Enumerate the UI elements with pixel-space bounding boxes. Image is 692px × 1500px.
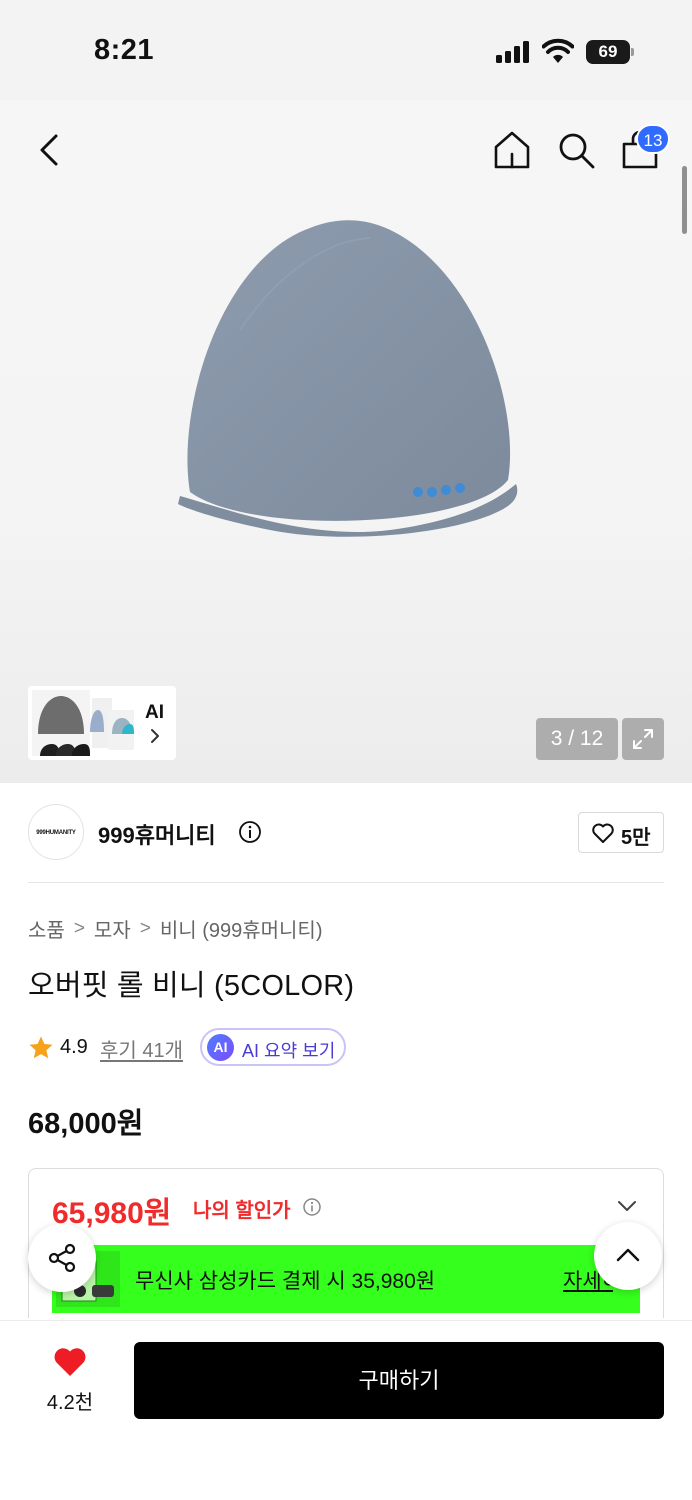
expand-icon — [633, 729, 653, 749]
ai-badge-icon: AI — [207, 1034, 234, 1061]
brand-name[interactable]: 999휴머니티 — [98, 818, 216, 850]
battery-level: 69 — [586, 40, 630, 64]
brand-like-count: 5만 — [621, 827, 651, 849]
divider — [28, 882, 664, 883]
ai-recommend-label: AI — [145, 702, 164, 723]
ai-summary-button[interactable]: AI AI 요약 보기 — [200, 1028, 346, 1066]
brand-like-button[interactable]: 5만 — [578, 812, 664, 853]
product-title: 오버핏 롤 비니 (5COLOR) — [28, 970, 355, 1002]
star-icon — [29, 1036, 53, 1059]
share-button[interactable] — [28, 1224, 96, 1292]
back-icon[interactable] — [30, 128, 70, 172]
breadcrumb-item-beanie[interactable]: 비니 (999휴머니티) — [160, 914, 323, 943]
status-bar: 8:21 69 — [0, 0, 692, 100]
chevron-up-icon — [616, 1248, 640, 1262]
status-time: 8:21 — [94, 34, 155, 66]
breadcrumb-separator: > — [139, 917, 151, 939]
ai-recommend-thumbnails — [32, 690, 134, 756]
rating-value: 4.9 — [60, 1036, 88, 1058]
sale-price-label: 나의 할인가 — [193, 1200, 291, 1222]
breadcrumb-item-accessories[interactable]: 소품 — [28, 914, 65, 943]
image-page-counter: 3 / 12 — [536, 718, 618, 760]
product-image[interactable] — [170, 210, 530, 550]
breadcrumb-item-hats[interactable]: 모자 — [94, 914, 131, 943]
review-count-link[interactable]: 후기 41개 — [100, 1034, 183, 1063]
heart-filled-icon[interactable] — [52, 1346, 88, 1378]
card-promo-text: 무신사 삼성카드 결제 시 35,980원 — [135, 1270, 436, 1293]
search-icon[interactable] — [554, 128, 598, 172]
breadcrumb-separator: > — [73, 917, 85, 939]
wifi-icon — [542, 38, 574, 63]
info-icon[interactable] — [238, 820, 262, 844]
cart-count-badge: 13 — [636, 124, 670, 154]
original-price: 68,000원 — [28, 1108, 144, 1140]
scroll-to-top-button[interactable] — [594, 1222, 662, 1290]
chevron-down-icon[interactable] — [616, 1198, 638, 1214]
info-icon[interactable] — [302, 1197, 322, 1217]
home-icon[interactable] — [490, 128, 534, 172]
chevron-right-icon — [151, 729, 159, 743]
expand-image-button[interactable] — [622, 718, 664, 760]
ai-summary-label: AI 요약 보기 — [242, 1041, 336, 1061]
share-icon — [48, 1243, 76, 1273]
card-promo-banner[interactable]: 무신사 삼성카드 결제 시 35,980원 자세히 — [52, 1245, 640, 1313]
wishlist-count: 4.2천 — [46, 1392, 94, 1414]
scrollbar[interactable] — [682, 166, 687, 234]
brand-logo[interactable]: 999HUMANITY — [28, 804, 84, 860]
battery-icon: 69 — [586, 40, 634, 64]
heart-outline-icon — [592, 823, 614, 843]
buy-button[interactable]: 구매하기 — [134, 1342, 664, 1419]
cellular-signal-icon — [496, 41, 529, 63]
breadcrumb: 소품 > 모자 > 비니 (999휴머니티) — [28, 914, 323, 943]
